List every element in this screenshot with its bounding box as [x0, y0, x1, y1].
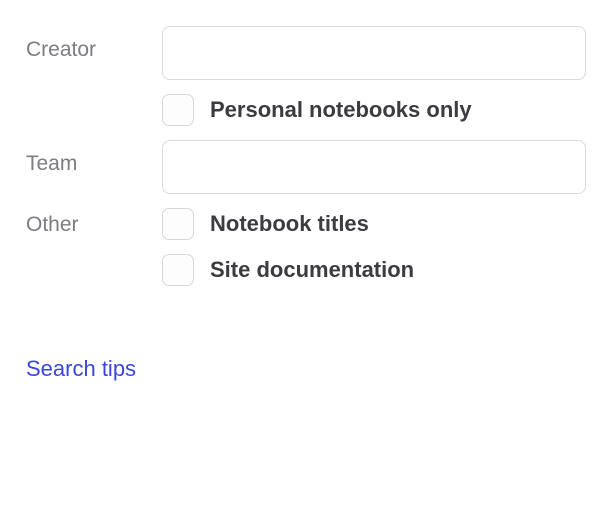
- site-documentation-checkbox[interactable]: [162, 254, 194, 286]
- search-tips-link[interactable]: Search tips: [26, 356, 136, 381]
- team-input-col: [162, 140, 586, 194]
- creator-label-col: Creator: [26, 26, 162, 62]
- personal-notebooks-row: Personal notebooks only: [162, 94, 586, 126]
- team-row: Team: [26, 140, 586, 194]
- personal-notebooks-label[interactable]: Personal notebooks only: [210, 97, 472, 123]
- personal-notebooks-checkbox[interactable]: [162, 94, 194, 126]
- team-label-col: Team: [26, 140, 162, 176]
- other-input-col: Notebook titles Site documentation: [162, 208, 586, 286]
- creator-input-col: Personal notebooks only: [162, 26, 586, 126]
- team-label: Team: [26, 152, 77, 175]
- other-row: Other Notebook titles Site documentation: [26, 208, 586, 286]
- search-filter-form: Creator Personal notebooks only Team Oth…: [26, 26, 586, 382]
- other-label-col: Other: [26, 208, 162, 237]
- site-documentation-label[interactable]: Site documentation: [210, 257, 414, 283]
- notebook-titles-label[interactable]: Notebook titles: [210, 211, 369, 237]
- creator-input[interactable]: [162, 26, 586, 80]
- other-label: Other: [26, 213, 79, 236]
- team-input[interactable]: [162, 140, 586, 194]
- creator-label: Creator: [26, 38, 96, 61]
- creator-row: Creator Personal notebooks only: [26, 26, 586, 126]
- notebook-titles-row: Notebook titles: [162, 208, 586, 240]
- notebook-titles-checkbox[interactable]: [162, 208, 194, 240]
- footer: Search tips: [26, 356, 586, 382]
- site-documentation-row: Site documentation: [162, 254, 586, 286]
